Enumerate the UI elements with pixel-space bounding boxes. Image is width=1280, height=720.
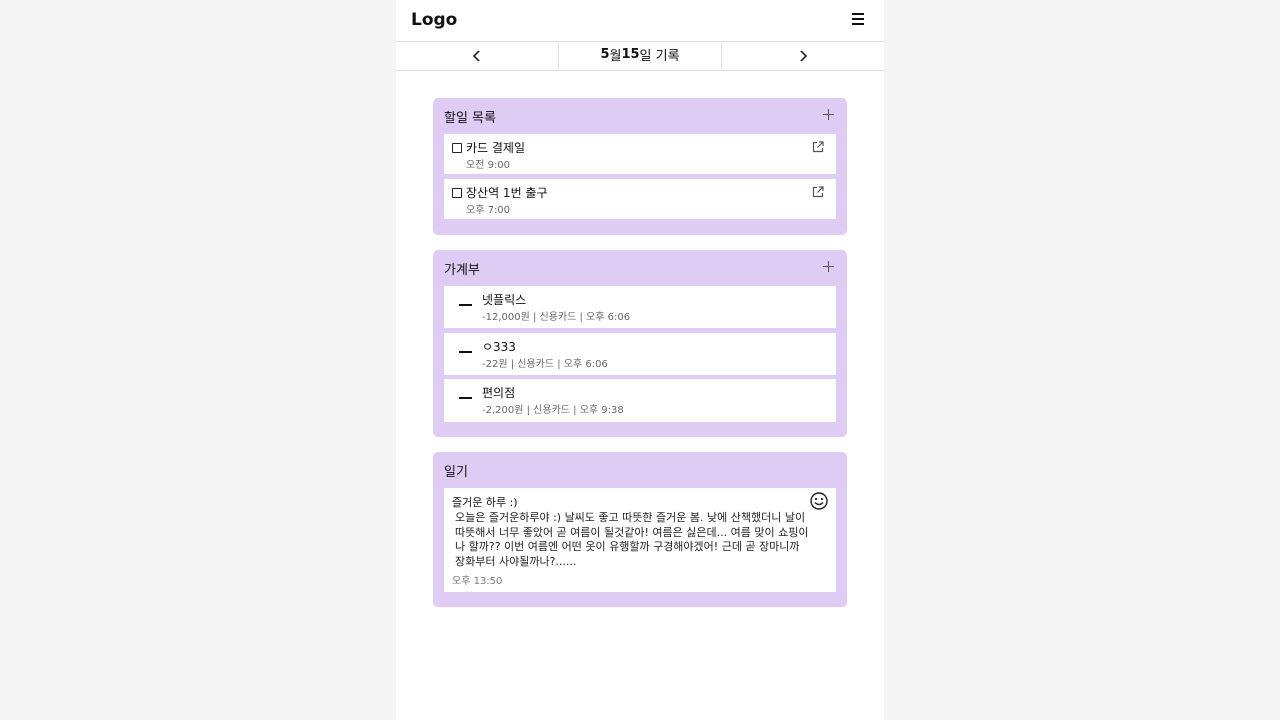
todo-card: 할일 목록 카드 결제일 오전 9:00 장산역 1번 출구 오후 7:00 <box>433 98 847 235</box>
chevron-left-icon[interactable] <box>467 46 487 66</box>
ledger-item[interactable]: 넷플릭스 -12,000원 | 신용카드 | 오후 6:06 <box>444 286 836 328</box>
diary-entry[interactable]: 즐거운 하루 :) 오늘은 즐거운하루야 :) 날씨도 좋고 따뜻한 즐거운 봄… <box>444 488 836 592</box>
ledger-item-meta: -22원 | 신용카드 | 오후 6:06 <box>482 359 608 370</box>
ledger-item-title: 편의점 <box>482 386 516 400</box>
minus-icon <box>459 397 472 399</box>
prev-day-button[interactable] <box>396 42 558 70</box>
minus-icon <box>459 351 472 353</box>
diary-card-title: 일기 <box>444 465 468 480</box>
ledger-item-meta: -12,000원 | 신용카드 | 오후 6:06 <box>482 312 631 323</box>
ledger-item[interactable]: 편의점 -2,200원 | 신용카드 | 오후 9:38 <box>444 379 836 422</box>
minus-icon <box>459 304 472 306</box>
external-link-icon[interactable] <box>811 140 825 154</box>
add-expense-plus-icon[interactable] <box>822 260 836 274</box>
todo-title: 카드 결제일 <box>466 141 526 155</box>
diary-entry-title: 즐거운 하루 :) <box>452 496 518 509</box>
hamburger-menu-icon[interactable] <box>848 11 868 31</box>
todo-time: 오후 7:00 <box>466 205 511 216</box>
app-frame: Logo 5월 15 일 기록 할일 목록 카드 결제일 오전 9:00 장산역 … <box>396 0 884 720</box>
ledger-item-title: 넷플릭스 <box>482 293 527 307</box>
todo-time: 오전 9:00 <box>466 160 511 171</box>
next-day-button[interactable] <box>722 42 884 70</box>
ledger-card-title: 가계부 <box>444 263 480 278</box>
date-month: 5 <box>600 46 610 62</box>
todo-item[interactable]: 장산역 1번 출구 오후 7:00 <box>444 179 836 219</box>
ledger-card: 가계부 넷플릭스 -12,000원 | 신용카드 | 오후 6:06 ㅇ333 … <box>433 250 847 437</box>
smile-icon[interactable] <box>809 491 829 511</box>
todo-checkbox[interactable] <box>452 143 462 153</box>
todo-card-title: 할일 목록 <box>444 111 496 126</box>
date-day-unit: 일 기록 <box>639 48 680 64</box>
add-todo-plus-icon[interactable] <box>822 108 836 122</box>
date-month-unit: 월 <box>609 48 622 64</box>
external-link-icon[interactable] <box>811 185 825 199</box>
logo[interactable]: Logo <box>411 10 457 30</box>
ledger-item[interactable]: ㅇ333 -22원 | 신용카드 | 오후 6:06 <box>444 333 836 375</box>
diary-entry-body: 오늘은 즐거운하루야 :) 날씨도 좋고 따뜻한 즐거운 봄. 낮에 산책했더니… <box>455 511 809 568</box>
current-date: 5월 15 일 기록 <box>558 42 722 70</box>
todo-title: 장산역 1번 출구 <box>466 186 548 200</box>
ledger-item-meta: -2,200원 | 신용카드 | 오후 9:38 <box>482 405 624 416</box>
ledger-item-title: ㅇ333 <box>482 340 516 354</box>
diary-card: 일기 즐거운 하루 :) 오늘은 즐거운하루야 :) 날씨도 좋고 따뜻한 즐거… <box>433 452 847 607</box>
todo-item[interactable]: 카드 결제일 오전 9:00 <box>444 134 836 174</box>
top-bar: Logo <box>396 0 884 42</box>
date-day: 15 <box>621 46 640 62</box>
diary-entry-time: 오후 13:50 <box>452 576 503 587</box>
todo-checkbox[interactable] <box>452 188 462 198</box>
chevron-right-icon[interactable] <box>793 46 813 66</box>
date-navigation: 5월 15 일 기록 <box>396 42 884 71</box>
